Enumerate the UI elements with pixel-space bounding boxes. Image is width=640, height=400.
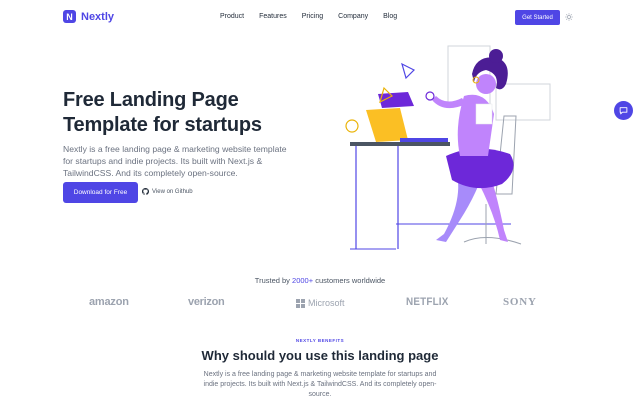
- trusted-count: 2000+: [292, 276, 314, 285]
- hero-title: Free Landing Page Template for startups: [63, 88, 313, 138]
- microsoft-logo: Microsoft: [296, 298, 345, 308]
- sun-icon[interactable]: [565, 13, 573, 21]
- benefits-title: Why should you use this landing page: [201, 348, 439, 363]
- brand-name: Nextly: [81, 10, 115, 23]
- github-icon: [142, 188, 149, 195]
- netflix-logo: NETFLIX: [406, 296, 449, 308]
- microsoft-grid-icon: [296, 298, 305, 308]
- hero-title-line-2: Template for startups: [63, 114, 262, 136]
- nav-item-product[interactable]: Product: [220, 13, 244, 20]
- brand-logo-icon: N: [63, 10, 76, 23]
- github-link-label: View on Github: [152, 188, 193, 195]
- trusted-suffix: customers worldwide: [313, 276, 386, 285]
- amazon-logo: amazon: [89, 296, 129, 308]
- brand-link[interactable]: N Nextly: [63, 10, 114, 23]
- verizon-logo: verizon: [188, 296, 225, 308]
- get-started-button[interactable]: Get Started: [515, 10, 560, 25]
- nav-item-blog[interactable]: Blog: [383, 13, 397, 20]
- top-navigation: N Nextly Product Features Pricing Compan…: [0, 0, 640, 36]
- trusted-prefix: Trusted by: [254, 276, 293, 285]
- nav-item-company[interactable]: Company: [338, 13, 368, 20]
- hero-title-line-1: Free Landing Page: [63, 89, 239, 111]
- chat-bubble-icon: [619, 107, 628, 115]
- trusted-text: Trusted by 2000+ customers worldwide: [0, 276, 640, 285]
- benefits-kicker: NEXTLY BENEFITS: [295, 338, 345, 343]
- nav-item-features[interactable]: Features: [259, 13, 287, 20]
- download-button[interactable]: Download for Free: [63, 182, 138, 203]
- chat-button[interactable]: [614, 101, 633, 120]
- nav-item-pricing[interactable]: Pricing: [302, 13, 323, 20]
- hero-illustration: [345, 45, 551, 250]
- nav-menu: Product Features Pricing Company Blog: [220, 13, 414, 20]
- hero-description: Nextly is a free landing page & marketin…: [63, 144, 287, 178]
- microsoft-logo-text: Microsoft: [308, 298, 345, 308]
- github-link[interactable]: View on Github: [142, 188, 193, 195]
- benefits-description: Nextly is a free landing page & marketin…: [203, 371, 437, 398]
- sony-logo: SONY: [503, 296, 537, 308]
